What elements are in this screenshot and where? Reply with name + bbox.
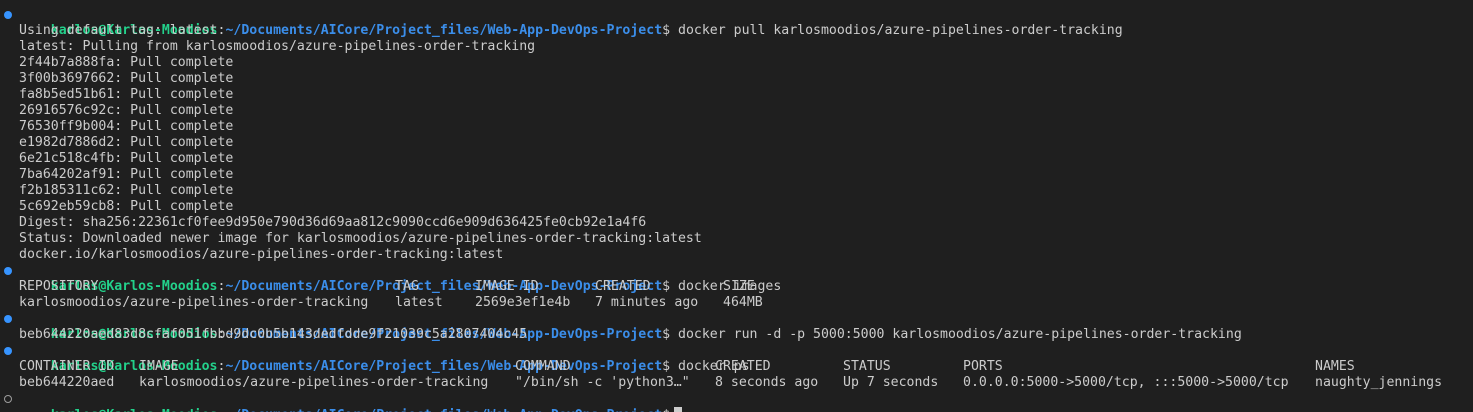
terminal-panel[interactable]: karlos@Karlos-Moodios:~/Documents/AICore…: [0, 0, 1473, 412]
output-line: 6e21c518c4fb: Pull complete: [19, 151, 234, 166]
output-line: e1982d7886d2: Pull complete: [19, 135, 234, 150]
prompt-line: karlos@Karlos-Moodios:~/Documents/AICore…: [0, 343, 1473, 374]
output-line: f2b185311c62: Pull complete: [19, 183, 234, 198]
images-table-header: REPOSITORY TAG IMAGE ID CREATED SIZE: [0, 279, 1473, 295]
ps-cell-created: 8 seconds ago: [715, 375, 819, 390]
ps-header-ports: PORTS: [963, 359, 1003, 374]
command-pending-dot-icon: [4, 395, 12, 403]
output-line: Status: Downloaded newer image for karlo…: [19, 231, 702, 246]
output-line: 7ba64202af91: Pull complete: [19, 167, 234, 182]
table-row: karlosmoodios/azure-pipelines-order-trac…: [0, 295, 1473, 311]
prompt-line: karlos@Karlos-Moodios:~/Documents/AICore…: [0, 311, 1473, 342]
ps-cell-names: naughty_jennings: [1315, 375, 1443, 390]
output-line: Digest: sha256:22361cf0fee9d950e790d36d6…: [19, 215, 647, 230]
ps-table-header: CONTAINER ID IMAGE COMMAND CREATED STATUS POR…: [0, 359, 1473, 375]
prompt-symbol: $: [662, 408, 670, 412]
images-header-image-id: IMAGE ID: [475, 279, 539, 294]
table-row: beb644220aed karlosmoodios/azure-pipeline…: [0, 375, 1473, 391]
images-cell-repository: karlosmoodios/azure-pipelines-order-trac…: [19, 295, 369, 310]
ps-cell-command: "/bin/sh -c 'python3…": [515, 375, 690, 390]
prompt-line-current[interactable]: karlos@Karlos-Moodios:~/Documents/AICore…: [0, 391, 1473, 412]
ps-header-image: IMAGE: [139, 359, 179, 374]
images-header-created: CREATED: [595, 279, 651, 294]
terminal-cursor[interactable]: [674, 407, 683, 412]
prompt-line: karlos@Karlos-Moodios:~/Documents/AICore…: [0, 263, 1473, 294]
command-success-dot-icon[interactable]: [4, 315, 12, 323]
prompt-path: ~/Documents/AICore/Project_files/Web-App…: [225, 408, 662, 412]
ps-header-created: CREATED: [715, 359, 771, 374]
output-line: 76530ff9b004: Pull complete: [19, 119, 234, 134]
ps-cell-status: Up 7 seconds: [843, 375, 939, 390]
ps-cell-ports: 0.0.0.0:5000->5000/tcp, :::5000->5000/tc…: [963, 375, 1289, 390]
images-cell-tag: latest: [395, 295, 443, 310]
output-line: docker.io/karlosmoodios/azure-pipelines-…: [19, 247, 504, 262]
ps-header-names: NAMES: [1315, 359, 1355, 374]
prompt-line: karlos@Karlos-Moodios:~/Documents/AICore…: [0, 7, 1473, 38]
images-cell-created: 7 minutes ago: [595, 295, 699, 310]
command-success-dot-icon[interactable]: [4, 347, 12, 355]
output-line: Using default tag: latest: [19, 23, 218, 38]
images-header-size: SIZE: [723, 279, 755, 294]
output-line: 5c692eb59cb8: Pull complete: [19, 199, 234, 214]
ps-header-status: STATUS: [843, 359, 891, 374]
images-cell-size: 464MB: [723, 295, 763, 310]
ps-cell-image: karlosmoodios/azure-pipelines-order-trac…: [139, 375, 489, 390]
images-header-tag: TAG: [395, 279, 419, 294]
output-line: latest: Pulling from karlosmoodios/azure…: [19, 39, 536, 54]
command-success-dot-icon[interactable]: [4, 11, 12, 19]
images-header-repository: REPOSITORY: [19, 279, 99, 294]
ps-header-container-id: CONTAINER ID: [19, 359, 115, 374]
output-line: 2f44b7a888fa: Pull complete: [19, 55, 234, 70]
ps-cell-container-id: beb644220aed: [19, 375, 115, 390]
ps-header-command: COMMAND: [515, 359, 571, 374]
output-line: 26916576c92c: Pull complete: [19, 103, 234, 118]
command-success-dot-icon[interactable]: [4, 267, 12, 275]
prompt-user-host: karlos@Karlos-Moodios: [51, 408, 218, 412]
output-line: fa8b5ed51b61: Pull complete: [19, 87, 234, 102]
output-line: beb644220aed83d8cfaf051fbbd9dc0b5b143ded…: [19, 327, 528, 342]
images-cell-image-id: 2569e3ef1e4b: [475, 295, 571, 310]
output-line: 3f00b3697662: Pull complete: [19, 71, 234, 86]
